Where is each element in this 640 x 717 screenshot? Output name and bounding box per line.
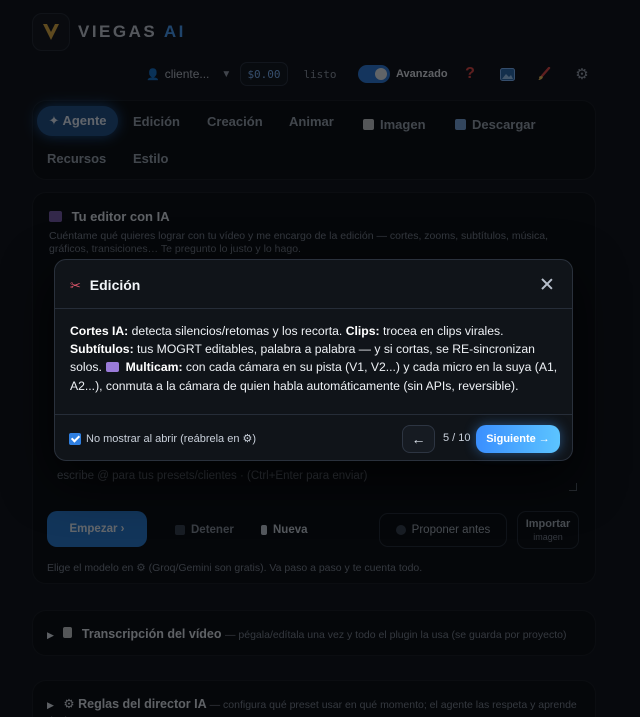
- advanced-toggle[interactable]: [358, 65, 390, 83]
- toolbar: 👤 cliente... ▼ $0.00 listo Avanzado ? ⚙: [140, 62, 640, 86]
- modal-footer: No mostrar al abrir (reábrela en ⚙) ← 5 …: [55, 414, 572, 462]
- import-sub-label: imagen: [533, 532, 563, 542]
- transcription-header: ▶ Transcripción del vídeo — pégala/edíta…: [47, 627, 587, 643]
- import-image-button[interactable]: Importar imagen: [517, 511, 579, 549]
- page-counter: 5 / 10: [443, 432, 471, 444]
- editor-title: Tu editor con IA: [49, 209, 170, 224]
- tab-image-label: Imagen: [380, 116, 426, 132]
- question-icon[interactable]: ?: [458, 62, 482, 86]
- new-label: Nueva: [273, 524, 308, 536]
- edition-modal: ✂ Edición Cortes IA: detecta silencios/r…: [54, 259, 573, 461]
- brand-main: VIEGAS: [78, 22, 158, 41]
- import-label: Importar: [525, 518, 571, 530]
- gear-icon[interactable]: ⚙: [570, 62, 594, 86]
- new-button[interactable]: Nueva: [261, 521, 308, 539]
- tab-agent[interactable]: ✦ Agente: [37, 106, 118, 136]
- rules-section[interactable]: ▶ ⚙ Reglas del director IA — configura q…: [32, 680, 596, 717]
- client-label: cliente...: [164, 67, 210, 81]
- image-icon[interactable]: [495, 62, 519, 86]
- dont-show-label[interactable]: No mostrar al abrir (reábrela en ⚙): [86, 432, 256, 445]
- logo: [32, 13, 70, 51]
- advanced-label: Avanzado: [396, 68, 448, 80]
- brand-title: VIEGAS AI: [78, 22, 186, 42]
- tabs-bar: ✦ Agente Edición Creación Animar Imagen …: [32, 100, 596, 180]
- picture-icon: [363, 118, 374, 130]
- propose-button[interactable]: Proponer antes: [379, 513, 507, 547]
- tab-download[interactable]: Descargar: [455, 109, 536, 139]
- resize-handle[interactable]: [569, 483, 577, 491]
- rules-header: ▶ ⚙ Reglas del director IA — configura q…: [47, 697, 587, 717]
- modal-header: ✂ Edición: [55, 260, 572, 309]
- triangle-right-icon: ▶: [47, 700, 54, 710]
- triangle-right-icon: ▶: [47, 630, 54, 640]
- person-icon: 👤: [146, 68, 160, 81]
- stop-button[interactable]: Detener: [175, 521, 234, 539]
- chevron-down-icon: ▼: [221, 68, 232, 80]
- download-icon: [455, 118, 466, 130]
- start-button[interactable]: Empezar ›: [47, 511, 147, 547]
- viegas-logo-icon: [43, 24, 59, 40]
- prev-button[interactable]: ←: [402, 425, 435, 453]
- stop-label: Detener: [191, 524, 234, 536]
- page-icon: [63, 627, 73, 638]
- cuts-text: detecta silencios/retomas y los recorta.: [131, 324, 343, 338]
- tab-edition[interactable]: Edición: [133, 106, 180, 136]
- modal-title: ✂ Edición: [70, 277, 140, 294]
- clips-text: trocea en clips virales.: [382, 324, 504, 338]
- tab-creation[interactable]: Creación: [207, 106, 263, 136]
- multicam-label: Multicam:: [125, 360, 183, 375]
- clips-label: Clips:: [345, 324, 380, 338]
- transcription-section[interactable]: ▶ Transcripción del vídeo — pégala/edíta…: [32, 610, 596, 656]
- status-text: listo: [303, 67, 337, 81]
- document-icon: [261, 525, 267, 535]
- dont-show-checkbox[interactable]: [69, 433, 81, 445]
- brand-accent: AI: [163, 22, 186, 41]
- clapperboard-icon: [49, 211, 62, 222]
- modal-title-text: Edición: [89, 277, 141, 293]
- tab-animate[interactable]: Animar: [289, 106, 334, 136]
- scissors-icon: ✂: [70, 278, 81, 293]
- shield-icon: [395, 525, 406, 535]
- tab-style[interactable]: Estilo: [133, 143, 168, 173]
- stop-icon: [175, 525, 185, 535]
- tab-download-label: Descargar: [472, 116, 536, 132]
- propose-label: Proponer antes: [411, 524, 491, 536]
- brush-icon[interactable]: [532, 62, 556, 86]
- transcription-desc: — pégala/edítala una vez y todo el plugi…: [225, 629, 567, 641]
- editor-title-text: Tu editor con IA: [71, 209, 170, 224]
- next-button[interactable]: Siguiente →: [476, 425, 560, 453]
- balance-badge: $0.00: [240, 62, 288, 86]
- transcription-title: Transcripción del vídeo: [81, 627, 222, 641]
- tab-resources[interactable]: Recursos: [47, 143, 106, 173]
- prompt-input[interactable]: escribe @ para tus presets/clientes · (C…: [57, 470, 367, 482]
- model-hint: Elige el modelo en ⚙ (Groq/Gemini son gr…: [47, 562, 423, 574]
- modal-body: Cortes IA: detecta silencios/retomas y l…: [70, 322, 562, 395]
- rules-title: ⚙ Reglas del director IA: [63, 697, 207, 711]
- tab-image[interactable]: Imagen: [363, 109, 426, 139]
- client-selector[interactable]: 👤 cliente... ▼: [144, 62, 232, 86]
- close-icon[interactable]: [538, 275, 556, 293]
- camera-icon: [106, 362, 120, 373]
- cuts-label: Cortes IA:: [70, 324, 129, 338]
- editor-subtitle: Cuéntame qué quieres lograr con tu vídeo…: [49, 230, 549, 255]
- subs-label: Subtítulos:: [70, 342, 134, 357]
